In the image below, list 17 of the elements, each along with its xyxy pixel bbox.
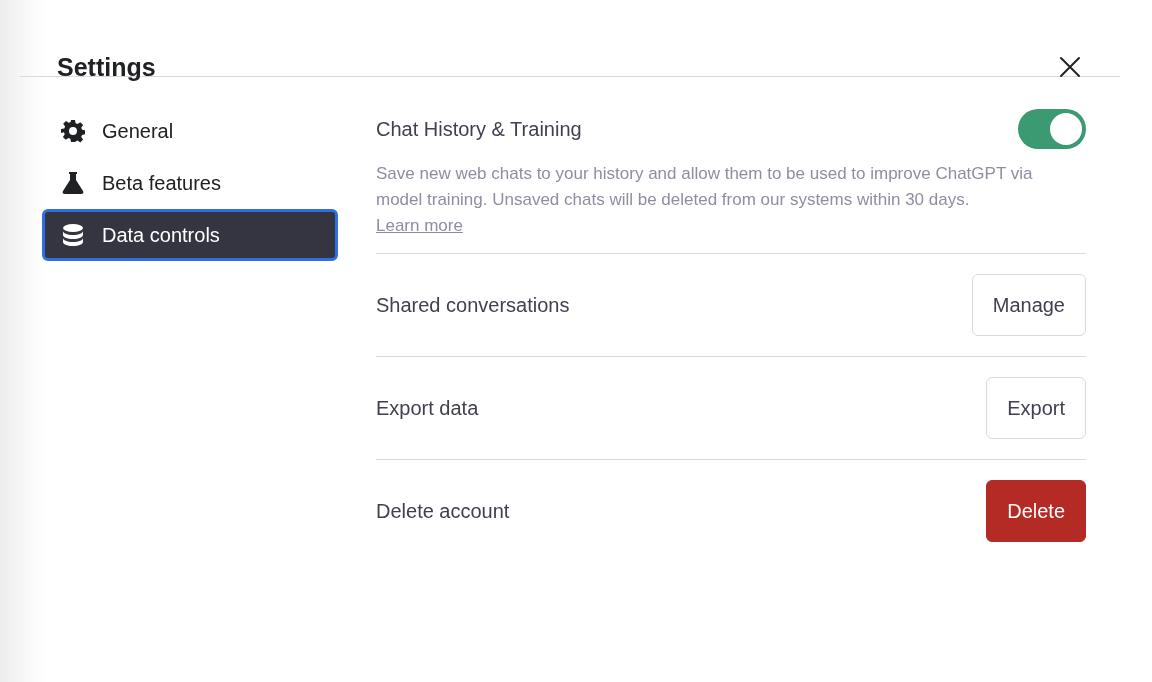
sidebar-item[interactable]: General	[42, 105, 338, 157]
close-icon[interactable]	[1059, 56, 1081, 78]
action-button[interactable]: Delete	[986, 480, 1086, 542]
sidebar-item[interactable]: Beta features	[42, 157, 338, 209]
gear-icon	[61, 119, 85, 143]
toggle-switch[interactable]	[1018, 109, 1086, 149]
dialog-title: Settings	[57, 52, 156, 82]
action-button[interactable]: Export	[986, 377, 1086, 439]
action-button[interactable]: Manage	[971, 274, 1086, 336]
setting-label: Delete account	[376, 499, 510, 523]
flask-icon	[61, 171, 85, 195]
setting-description: Save new web chats to your history and allow them to be used to improve ChatGPT via model training. Unsaved chats will be deleted from our systems within 30 days. Learn more	[376, 163, 1034, 237]
sidebar-item[interactable]: Data controls	[42, 209, 338, 261]
database-icon	[61, 223, 85, 247]
setting-label: Shared conversations	[376, 293, 570, 317]
setting-label: Chat History & Training	[376, 117, 582, 141]
setting-label: Export data	[376, 396, 479, 420]
